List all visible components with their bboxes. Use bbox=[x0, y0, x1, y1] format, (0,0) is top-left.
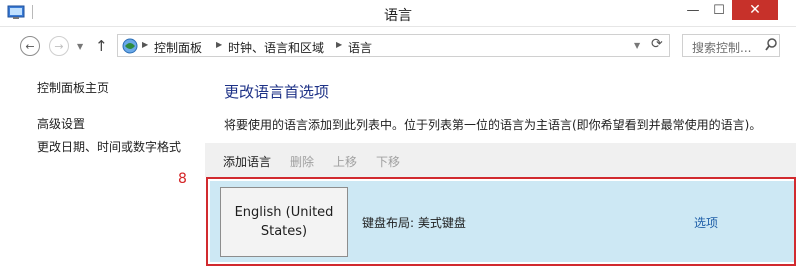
close-button[interactable]: ✕ bbox=[732, 0, 778, 20]
minimize-button[interactable]: — bbox=[680, 0, 706, 20]
page-title: 更改语言首选项 bbox=[224, 83, 330, 101]
sidebar-item-change-date-time-format[interactable]: 更改日期、时间或数字格式 bbox=[37, 138, 181, 155]
search-box[interactable]: 搜索控制... bbox=[682, 34, 780, 57]
search-placeholder: 搜索控制... bbox=[692, 41, 752, 55]
breadcrumb-separator-icon[interactable]: ▶ bbox=[142, 40, 148, 49]
back-button[interactable]: ← bbox=[20, 36, 40, 56]
language-toolbar: 添加语言 删除 上移 下移 bbox=[205, 143, 796, 177]
breadcrumb-language[interactable]: 语言 bbox=[348, 39, 372, 56]
breadcrumb-separator-icon[interactable]: ▶ bbox=[216, 40, 222, 49]
annotation-number: 8 bbox=[178, 171, 187, 187]
move-down-button[interactable]: 下移 bbox=[376, 153, 400, 170]
breadcrumb-clock-language-region[interactable]: 时钟、语言和区域 bbox=[228, 39, 324, 56]
address-bar[interactable]: ▶ 控制面板 ▶ 时钟、语言和区域 ▶ 语言 ▼ ⟳ bbox=[117, 34, 670, 57]
breadcrumb-control-panel[interactable]: 控制面板 bbox=[154, 39, 202, 56]
breadcrumb-separator-icon[interactable]: ▶ bbox=[336, 40, 342, 49]
search-icon[interactable] bbox=[765, 38, 777, 52]
move-up-button[interactable]: 上移 bbox=[333, 153, 357, 170]
window-title: 语言 bbox=[384, 8, 412, 24]
remove-button[interactable]: 删除 bbox=[290, 153, 314, 170]
address-dropdown-icon[interactable]: ▼ bbox=[634, 41, 640, 50]
sidebar-item-control-panel-home[interactable]: 控制面板主页 bbox=[37, 79, 109, 96]
refresh-icon[interactable]: ⟳ bbox=[651, 36, 663, 52]
highlight-box bbox=[206, 177, 796, 266]
sidebar-item-advanced-settings[interactable]: 高级设置 bbox=[37, 115, 85, 132]
up-button[interactable]: ↑ bbox=[95, 37, 108, 55]
control-panel-location-icon bbox=[122, 38, 138, 54]
title-bar: 语言 — ☐ ✕ bbox=[0, 0, 796, 27]
navigation-bar: ← → ▼ ↑ ▶ 控制面板 ▶ 时钟、语言和区域 ▶ 语言 ▼ ⟳ 搜索控制.… bbox=[0, 27, 796, 65]
page-description: 将要使用的语言添加到此列表中。位于列表第一位的语言为主语言(即你希望看到并最常使… bbox=[224, 118, 762, 132]
add-language-button[interactable]: 添加语言 bbox=[223, 153, 271, 170]
maximize-button[interactable]: ☐ bbox=[706, 0, 732, 20]
forward-button[interactable]: → bbox=[49, 36, 69, 56]
recent-locations-chevron-icon[interactable]: ▼ bbox=[77, 42, 83, 51]
